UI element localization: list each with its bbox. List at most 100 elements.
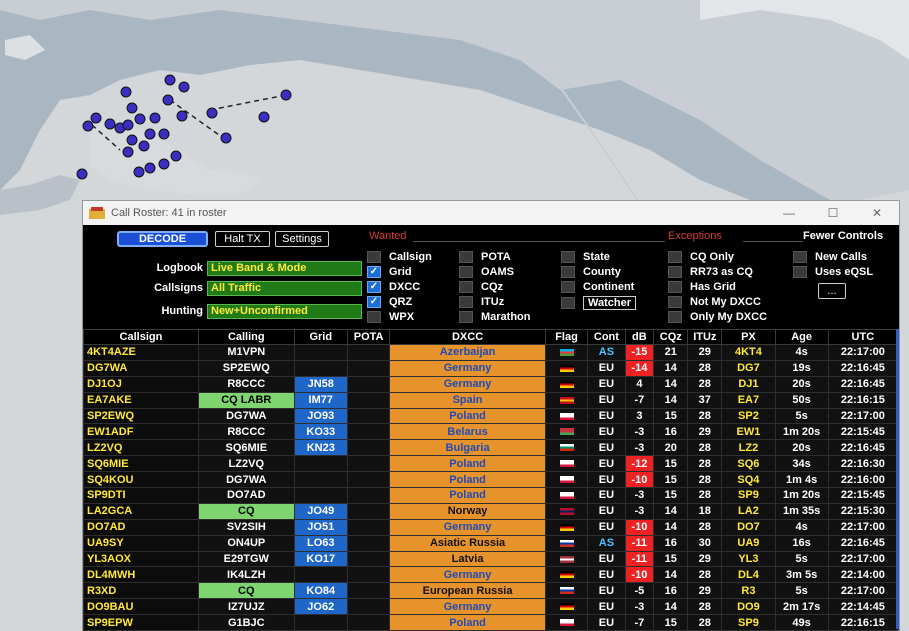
prefix-cell[interactable]: DO7 — [721, 518, 776, 536]
dxcc-cell[interactable]: Latvia — [389, 550, 546, 568]
continent-cell[interactable]: EU — [587, 550, 626, 568]
ituz-cell[interactable]: 28 — [687, 359, 723, 377]
dxcc-cell[interactable]: Norway — [389, 502, 546, 520]
grid-cell[interactable] — [293, 487, 348, 504]
callsign-cell[interactable]: SP9DTI — [83, 487, 199, 504]
dxcc-cell[interactable]: Poland — [389, 407, 546, 425]
pota-cell[interactable] — [346, 471, 391, 489]
continent-cell[interactable]: EU — [587, 375, 626, 393]
callsign-cell[interactable]: EW1ADF — [83, 423, 199, 441]
dxcc-cell[interactable]: European Russia — [389, 582, 546, 600]
calling-cell[interactable]: DG7WA — [197, 407, 295, 425]
ituz-cell[interactable]: 28 — [687, 407, 723, 425]
table-row[interactable]: SQ6MIE LZ2VQ Poland EU -12 15 28 SQ6 34s 22:16:30 — [83, 455, 899, 473]
dxcc-cell[interactable]: Belarus — [389, 423, 546, 441]
cqz-cell[interactable]: 16 — [653, 423, 689, 441]
checkbox-box[interactable] — [367, 251, 381, 263]
exception-new-calls-checkbox[interactable]: New Calls — [793, 251, 867, 263]
ituz-cell[interactable]: 18 — [687, 502, 723, 520]
pota-cell[interactable] — [346, 391, 391, 409]
calling-cell[interactable]: M1VPN — [197, 344, 295, 361]
db-cell[interactable]: -3 — [624, 423, 655, 441]
callsign-cell[interactable]: EA7AKE — [83, 391, 199, 409]
cqz-cell[interactable]: 15 — [653, 487, 689, 504]
decode-button[interactable]: DECODE — [117, 231, 208, 247]
calling-cell[interactable]: LZ2VQ — [197, 455, 295, 473]
checkmark-icon[interactable]: ✓ — [367, 296, 381, 308]
continent-cell[interactable]: EU — [587, 471, 626, 489]
grid-cell[interactable]: JO93 — [293, 407, 348, 425]
cqz-cell[interactable]: 14 — [653, 359, 689, 377]
continent-cell[interactable]: AS — [587, 534, 626, 552]
prefix-cell[interactable]: SQ4 — [721, 471, 776, 489]
ituz-cell[interactable]: 28 — [687, 598, 723, 616]
wanted-ituz-checkbox[interactable]: ITUz — [459, 296, 504, 308]
ituz-cell[interactable]: 28 — [687, 614, 723, 631]
dxcc-cell[interactable]: Poland — [389, 471, 546, 489]
grid-cell[interactable] — [293, 455, 348, 473]
db-cell[interactable]: -3 — [624, 487, 655, 504]
flag-cell[interactable] — [544, 534, 589, 552]
calling-cell[interactable]: SQ6MIE — [197, 439, 295, 457]
db-cell[interactable]: -3 — [624, 439, 655, 457]
prefix-cell[interactable]: UA9 — [721, 534, 776, 552]
continent-cell[interactable]: AS — [587, 344, 626, 361]
grid-cell[interactable]: JO62 — [293, 598, 348, 616]
dxcc-cell[interactable]: Germany — [389, 566, 546, 584]
grid-cell[interactable] — [293, 471, 348, 489]
callsign-cell[interactable]: SP9EPW — [83, 614, 199, 631]
grid-cell[interactable]: KO84 — [293, 582, 348, 600]
checkbox-box[interactable] — [668, 296, 682, 308]
checkbox-box[interactable] — [561, 297, 575, 309]
table-row[interactable]: LA2GCA CQ JO49 Norway EU -3 14 18 LA2 1m 35s 22:15… — [83, 502, 899, 520]
ituz-cell[interactable]: 37 — [687, 391, 723, 409]
flag-cell[interactable] — [544, 502, 589, 520]
cqz-cell[interactable]: 21 — [653, 344, 689, 361]
exception-has-grid-checkbox[interactable]: Has Grid — [668, 281, 736, 293]
prefix-cell[interactable]: DO9 — [721, 598, 776, 616]
callsign-cell[interactable]: R3XD — [83, 582, 199, 600]
calling-cell[interactable]: SP2EWQ — [197, 359, 295, 377]
age-cell[interactable]: 1m 20s — [774, 487, 829, 504]
utc-cell[interactable]: 22:15:30 — [827, 502, 899, 520]
exception-uses-eqsl-checkbox[interactable]: Uses eQSL — [793, 266, 873, 278]
grid-cell[interactable]: KO33 — [293, 423, 348, 441]
column-header-utc[interactable]: UTC — [827, 329, 899, 345]
table-row[interactable]: DG7WA SP2EWQ Germany EU -14 14 28 DG7 19s 22:16:4… — [83, 359, 899, 377]
flag-cell[interactable] — [544, 455, 589, 473]
flag-cell[interactable] — [544, 423, 589, 441]
utc-cell[interactable]: 22:16:15 — [827, 391, 899, 409]
cqz-cell[interactable]: 20 — [653, 439, 689, 457]
grid-cell[interactable]: KN23 — [293, 439, 348, 457]
cqz-cell[interactable]: 14 — [653, 566, 689, 584]
wanted-pota-checkbox[interactable]: POTA — [459, 251, 511, 263]
callsign-cell[interactable]: DJ1OJ — [83, 375, 199, 393]
grid-cell[interactable] — [293, 614, 348, 631]
dxcc-cell[interactable]: Germany — [389, 598, 546, 616]
ituz-cell[interactable]: 28 — [687, 455, 723, 473]
grid-cell[interactable]: LO63 — [293, 534, 348, 552]
grid-cell[interactable]: JO49 — [293, 502, 348, 520]
close-button[interactable]: ✕ — [855, 206, 899, 220]
flag-cell[interactable] — [544, 375, 589, 393]
callsign-cell[interactable]: LZ2VQ — [83, 439, 199, 457]
cqz-cell[interactable]: 15 — [653, 550, 689, 568]
calling-cell[interactable]: R8CCC — [197, 423, 295, 441]
title-bar[interactable]: Call Roster: 41 in roster — ☐ ✕ — [83, 201, 899, 225]
flag-cell[interactable] — [544, 566, 589, 584]
flag-cell[interactable] — [544, 487, 589, 504]
cqz-cell[interactable]: 15 — [653, 455, 689, 473]
pota-cell[interactable] — [346, 423, 391, 441]
wanted-dxcc-checkbox[interactable]: ✓ DXCC — [367, 281, 420, 293]
dxcc-cell[interactable]: Germany — [389, 359, 546, 377]
utc-cell[interactable]: 22:17:00 — [827, 582, 899, 600]
table-row[interactable]: YL3AOX E29TGW KO17 Latvia EU -11 15 29 YL3 5s 22:1… — [83, 550, 899, 568]
checkmark-icon[interactable]: ✓ — [367, 281, 381, 293]
flag-cell[interactable] — [544, 439, 589, 457]
cqz-cell[interactable]: 15 — [653, 471, 689, 489]
pota-cell[interactable] — [346, 502, 391, 520]
cqz-cell[interactable]: 15 — [653, 407, 689, 425]
db-cell[interactable]: -14 — [624, 359, 655, 377]
continent-cell[interactable]: EU — [587, 502, 626, 520]
flag-cell[interactable] — [544, 598, 589, 616]
